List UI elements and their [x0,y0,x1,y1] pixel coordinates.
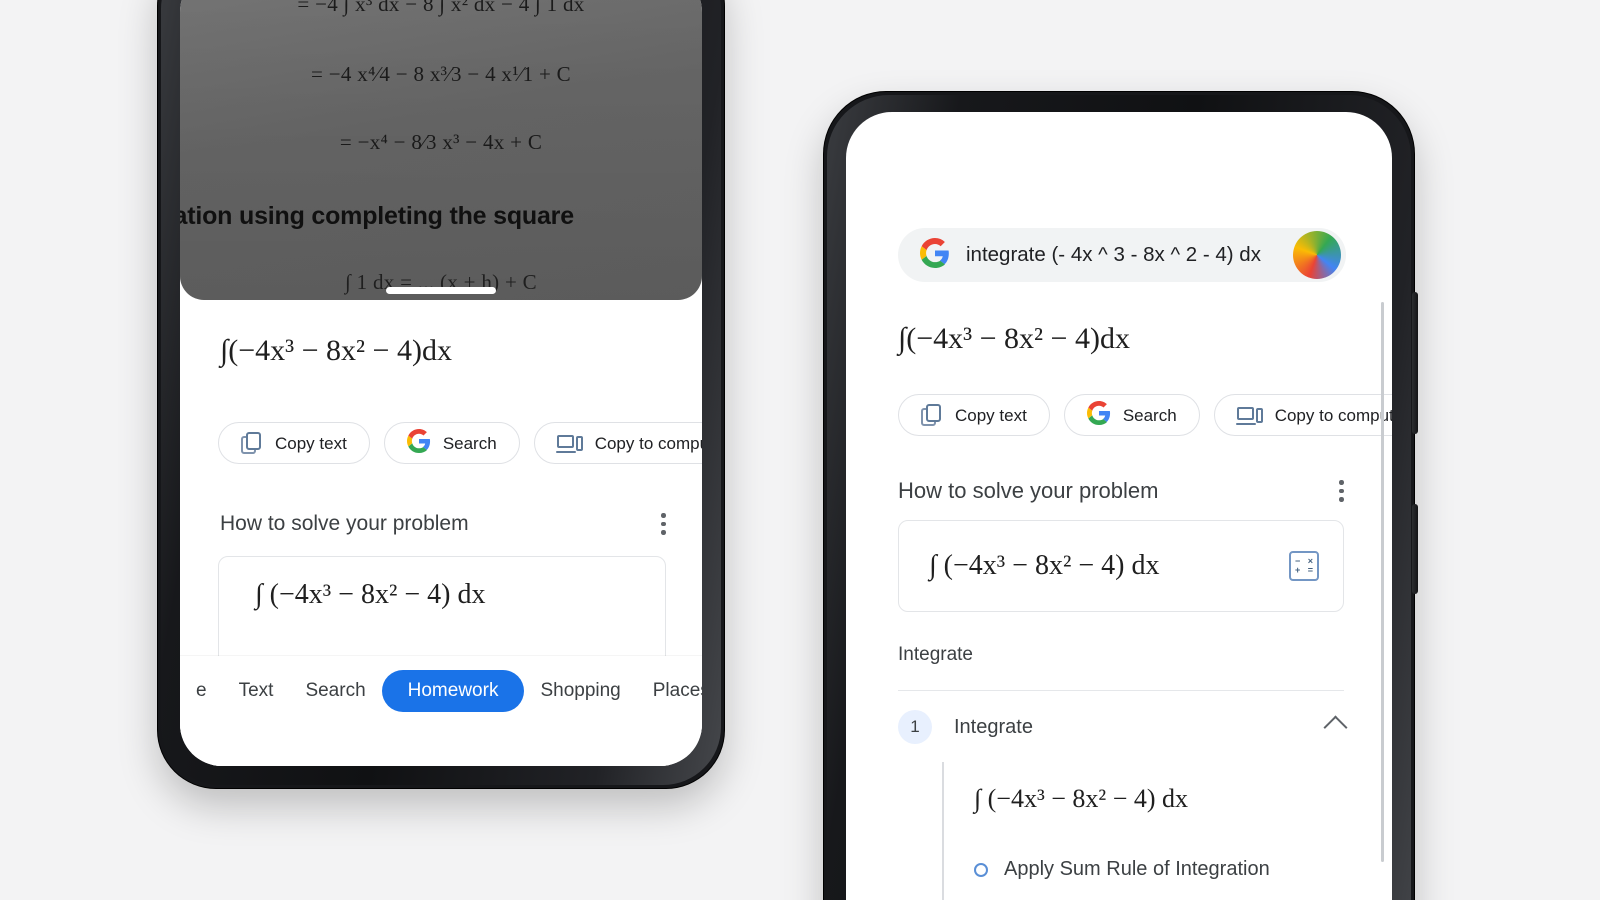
tab-text[interactable]: Text [223,670,290,712]
right-action-chip-row[interactable]: Copy text Search Copy to comput [898,394,1392,436]
substep-item[interactable]: Apply Sum Rule of Integration [974,858,1344,881]
step-timeline-rail [942,762,944,900]
bottom-sheet-drag-handle[interactable] [386,287,496,294]
left-phone-device: = −4 ∫ x³ dx − 8 ∫ x² dx − 4 ∫ 1 dx = −4… [158,0,724,788]
search-query-text[interactable]: integrate (- 4x ^ 3 - 8x ^ 2 - 4) dx [966,243,1261,267]
chip-search-label: Search [442,433,497,453]
right-phone-device: integrate (- 4x ^ 3 - 8x ^ 2 - 4) dx ∫(−… [824,92,1418,900]
substep-label: Apply Sum Rule of Integration [1004,858,1270,880]
kebab-menu-icon[interactable] [661,513,666,535]
step-number-badge: 1 [898,710,932,744]
tab-homework[interactable]: Homework [381,670,525,712]
google-g-icon [920,237,950,273]
lens-camera-view[interactable]: = −4 ∫ x³ dx − 8 ∫ x² dx − 4 ∫ 1 dx = −4… [180,0,702,300]
tab-search[interactable]: Search [289,670,381,712]
photo-shading-overlay [180,0,702,300]
google-g-icon [406,428,431,458]
circle-outline-icon [974,862,988,877]
right-section-title: How to solve your problem [898,478,1159,503]
left-section-header: How to solve your problem [220,512,666,536]
chip-copy-to-computer-label: Copy to computer [1274,405,1392,425]
power-button[interactable] [1412,504,1418,594]
computer-icon [1235,405,1263,425]
content-scrollbar[interactable] [1381,302,1384,862]
left-phone-screen: = −4 ∫ x³ dx − 8 ∫ x² dx − 4 ∫ 1 dx = −4… [180,0,702,766]
chip-copy-text-label: Copy text [275,433,347,453]
left-section-title: How to solve your problem [220,512,469,535]
lens-result-sheet: ∫(−4x³ − 8x² − 4)dx Copy text Search Cop… [180,300,702,766]
right-problem-card-formula: ∫ (−4x³ − 8x² − 4) dx [929,550,1160,581]
step-1-formula: ∫ (−4x³ − 8x² − 4) dx [974,784,1189,813]
left-action-chip-row[interactable]: Copy text Search Copy to comp [218,422,702,464]
copy-icon [241,432,263,454]
left-problem-card-formula: ∫ (−4x³ − 8x² − 4) dx [255,579,486,610]
step-1-header[interactable]: 1 Integrate [898,710,1348,744]
kebab-menu-icon[interactable] [1339,480,1344,502]
step-1-body: ∫ (−4x³ − 8x² − 4) dx Apply Sum Rule of … [942,762,1344,900]
method-label: Integrate [898,644,973,665]
chip-search-label: Search [1122,405,1177,425]
tab-partial[interactable]: e [180,670,223,712]
chevron-up-icon[interactable] [1323,714,1348,740]
chip-search[interactable]: Search [383,422,520,464]
user-avatar[interactable] [1292,231,1341,279]
right-problem-card[interactable]: ∫ (−4x³ − 8x² − 4) dx − × + = [898,520,1344,612]
search-bar[interactable]: integrate (- 4x ^ 3 - 8x ^ 2 - 4) dx [898,228,1346,282]
right-section-header: How to solve your problem [898,478,1344,504]
screenshot-stage: = −4 ∫ x³ dx − 8 ∫ x² dx − 4 ∫ 1 dx = −4… [0,0,1600,900]
chip-copy-to-computer-label: Copy to computer [594,433,702,453]
left-result-formula: ∫(−4x³ − 8x² − 4)dx [220,334,452,367]
chip-search[interactable]: Search [1063,394,1200,436]
right-result-formula: ∫(−4x³ − 8x² − 4)dx [898,322,1130,355]
calculator-icon[interactable]: − × + = [1289,551,1319,581]
volume-button[interactable] [1412,292,1418,434]
computer-icon [555,433,583,453]
tab-places[interactable]: Places [637,670,702,712]
copy-icon [921,404,943,426]
right-phone-screen: integrate (- 4x ^ 3 - 8x ^ 2 - 4) dx ∫(−… [846,112,1392,900]
chip-copy-text-label: Copy text [955,405,1027,425]
chip-copy-to-computer[interactable]: Copy to computer [1213,394,1392,436]
google-g-icon [1086,400,1111,430]
chip-copy-to-computer[interactable]: Copy to computer [533,422,702,464]
chip-copy-text[interactable]: Copy text [898,394,1050,436]
lens-mode-tabbar[interactable]: e Text Search Homework Shopping Places [180,656,702,766]
chip-copy-text[interactable]: Copy text [218,422,370,464]
step-1-title: Integrate [954,715,1033,738]
left-problem-card[interactable]: ∫ (−4x³ − 8x² − 4) dx [218,556,666,666]
section-divider [898,690,1344,691]
tab-shopping[interactable]: Shopping [524,670,636,712]
